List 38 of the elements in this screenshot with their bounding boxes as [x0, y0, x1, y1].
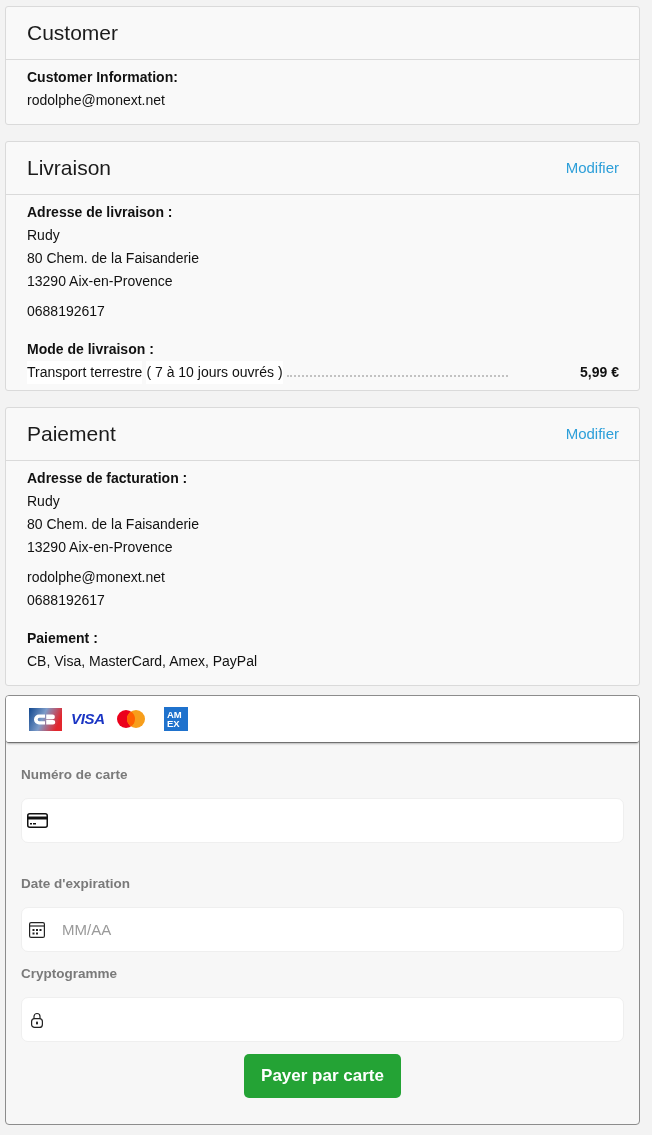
field-label: Cryptogramme: [21, 965, 118, 983]
pay-button[interactable]: Payer par carte: [244, 1054, 401, 1098]
section-title: Livraison: [27, 155, 112, 181]
cb-logo-icon: [29, 707, 62, 731]
field-label: Customer Information:: [27, 68, 178, 87]
info-text: 13290 Aix-en-Provence: [27, 538, 173, 557]
amex-logo: AM EX: [163, 707, 188, 731]
info-text: Rudy: [27, 492, 60, 511]
info-text: rodolphe@monext.net: [27, 91, 165, 110]
field-label: Adresse de facturation :: [27, 469, 188, 488]
delivery-time: ( 7 à 10 jours ouvrés ): [146, 361, 283, 384]
visa-logo: VISA: [71, 711, 105, 727]
field-label: Numéro de carte: [21, 766, 128, 784]
lock-icon: [31, 1011, 43, 1028]
field-label: Paiement :: [27, 629, 98, 648]
info-text: 13290 Aix-en-Provence: [27, 272, 173, 291]
modify-link[interactable]: Modifier: [565, 158, 619, 178]
info-text: 0688192617: [27, 591, 105, 610]
card-icon: [26, 813, 48, 828]
info-text: 80 Chem. de la Faisanderie: [27, 249, 199, 268]
mastercard-logo-icon: [116, 710, 145, 728]
shipping-price: 5,99 €: [580, 363, 619, 382]
info-text: 80 Chem. de la Faisanderie: [27, 515, 199, 534]
field-label: Date d'expiration: [21, 875, 130, 893]
shipping-method: Transport terrestre: [27, 361, 143, 384]
info-text: rodolphe@monext.net: [27, 568, 165, 587]
info-text: 0688192617: [27, 302, 105, 321]
field-label: Adresse de livraison :: [27, 203, 173, 222]
field-label: Mode de livraison :: [27, 340, 154, 359]
expiry-date-field[interactable]: MM/AA: [21, 907, 624, 952]
security-code-field[interactable]: [21, 997, 624, 1042]
calendar-icon: [29, 921, 45, 938]
modify-link[interactable]: Modifier: [565, 424, 619, 444]
section-title: Paiement: [27, 421, 116, 447]
info-text: CB, Visa, MasterCard, Amex, PayPal: [27, 652, 258, 671]
card-number-field[interactable]: [21, 798, 624, 843]
section-title: Customer: [27, 20, 119, 46]
info-text: Rudy: [27, 226, 60, 245]
